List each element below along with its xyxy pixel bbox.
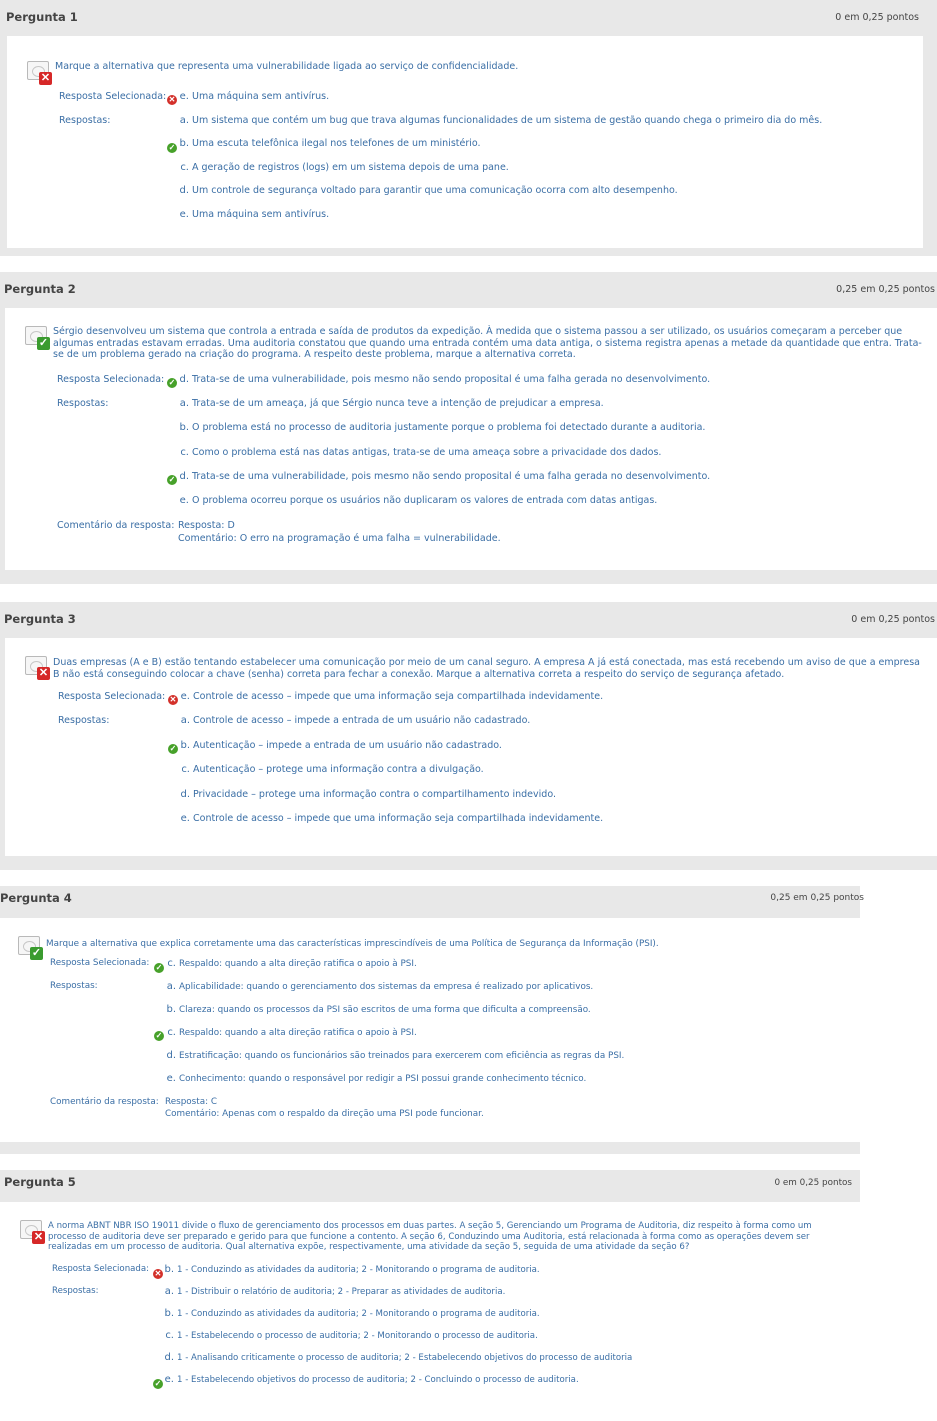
correct-mark-icon: ✓ [168, 744, 178, 754]
correct-mark-icon: ✓ [154, 963, 164, 973]
question-header: Pergunta 4 0,25 em 0,25 pontos [0, 886, 864, 920]
question-body: ✓ Sérgio desenvolveu um sistema que cont… [5, 308, 937, 570]
selected-answer-label: Resposta Selecionada: [50, 958, 150, 968]
question-points: 0 em 0,25 pontos [851, 614, 935, 625]
answers-label: Respostas: [57, 398, 109, 409]
answer-option-b: b. Clareza: quando os processos da PSI sã… [166, 1004, 591, 1015]
question-header: Pergunta 2 0,25 em 0,25 pontos [0, 272, 937, 306]
answer-option-a: a. Aplicabilidade: quando o gerenciamento… [166, 981, 594, 992]
question-title: Pergunta 5 [4, 1175, 76, 1189]
question-points: 0 em 0,25 pontos [835, 12, 919, 23]
question-1: Pergunta 1 0 em 0,25 pontos ✕ Marque a a… [0, 0, 937, 256]
question-title: Pergunta 4 [0, 891, 72, 905]
question-body: ✕ Marque a alternativa que representa um… [7, 36, 923, 248]
comment-label: Comentário da resposta: [50, 1097, 159, 1107]
question-header: Pergunta 5 0 em 0,25 pontos [0, 1170, 860, 1204]
question-header: Pergunta 3 0 em 0,25 pontos [0, 602, 937, 636]
selected-answer-label: Resposta Selecionada: [59, 91, 167, 102]
question-header: Pergunta 1 0 em 0,25 pontos [0, 0, 937, 34]
question-incorrect-icon: ✕ [27, 61, 53, 85]
question-text: Marque a alternativa que representa uma … [55, 61, 519, 72]
answer-option-d: d. Privacidade – protege uma informação c… [180, 789, 556, 800]
answer-option-c: c. Respaldo: quando a alta direção ratifi… [167, 1027, 417, 1038]
question-5: Pergunta 5 0 em 0,25 pontos ✕ A norma AB… [0, 1170, 860, 1421]
answer-comment: Resposta: C Comentário: Apenas com o res… [165, 1097, 484, 1119]
question-text: Sérgio desenvolveu um sistema que contro… [53, 326, 922, 360]
answer-option-c: c. Autenticação – protege uma informação … [181, 764, 484, 775]
answers-label: Respostas: [59, 115, 111, 126]
answer-option-d: d. Trata-se de uma vulnerabilidade, pois … [179, 471, 711, 482]
question-text: Duas empresas (A e B) estão tentando est… [53, 657, 920, 680]
answer-option-d: d. Um controle de segurança voltado para … [179, 185, 678, 196]
answer-option-e: e. Uma máquina sem antivírus. [179, 209, 330, 220]
answer-option-e: e. O problema ocorreu porque os usuários … [179, 495, 658, 506]
selected-answer-label: Resposta Selecionada: [52, 1264, 150, 1274]
question-incorrect-icon: ✕ [25, 656, 51, 680]
question-points: 0,25 em 0,25 pontos [770, 893, 864, 903]
correct-mark-icon: ✓ [167, 378, 177, 388]
question-points: 0,25 em 0,25 pontos [836, 284, 935, 295]
answer-option-d: d. Estratificação: quando os funcionários… [166, 1050, 625, 1061]
answer-option-a: a. Controle de acesso – impede a entrada … [180, 715, 531, 726]
question-4: Pergunta 4 0,25 em 0,25 pontos ✓ Marque … [0, 886, 864, 1154]
incorrect-mark-icon: ✕ [168, 695, 178, 705]
answer-option-c: c. A geração de registros (logs) em um si… [180, 162, 509, 173]
selected-answer: b. 1 - Conduzindo as atividades da audito… [164, 1264, 540, 1275]
selected-answer: d. Trata-se de uma vulnerabilidade, pois … [179, 374, 711, 385]
incorrect-mark-icon: ✕ [167, 95, 177, 105]
answer-option-c: c. Como o problema está nas datas antigas… [180, 447, 662, 458]
question-body: ✕ Duas empresas (A e B) estão tentando e… [5, 638, 937, 856]
question-incorrect-icon: ✕ [20, 1220, 46, 1244]
answer-option-e: e. Controle de acesso – impede que uma in… [180, 813, 604, 824]
selected-answer: e. Uma máquina sem antivírus. [179, 91, 330, 102]
question-3: Pergunta 3 0 em 0,25 pontos ✕ Duas empre… [0, 602, 937, 870]
answer-option-b: b. Autenticação – impede a entrada de um … [180, 740, 502, 751]
question-points: 0 em 0,25 pontos [774, 1178, 852, 1188]
answer-option-a: a. Trata-se de um ameaça, já que Sérgio n… [179, 398, 604, 409]
selected-answer: e. Controle de acesso – impede que uma in… [180, 691, 604, 702]
answer-option-a: a. 1 - Distribuir o relatório de auditori… [164, 1286, 506, 1297]
question-title: Pergunta 3 [4, 612, 76, 626]
question-text: Marque a alternativa que explica correta… [46, 939, 659, 949]
selected-answer-label: Resposta Selecionada: [57, 374, 165, 385]
answer-option-e: e. 1 - Estabelecendo objetivos do process… [164, 1374, 579, 1385]
answer-option-b: b. Uma escuta telefônica ilegal nos telef… [179, 138, 481, 149]
correct-mark-icon: ✓ [154, 1031, 164, 1041]
answer-option-e: e. Conhecimento: quando o responsável por… [166, 1073, 587, 1084]
question-correct-icon: ✓ [18, 936, 44, 960]
answer-option-a: a. Um sistema que contém um bug que trava… [179, 115, 823, 126]
question-text: A norma ABNT NBR ISO 19011 divide o flux… [48, 1221, 812, 1252]
answer-option-b: b. 1 - Conduzindo as atividades da audito… [164, 1308, 540, 1319]
answer-option-d: d. 1 - Analisando criticamente o processo… [164, 1352, 633, 1363]
question-body: ✓ Marque a alternativa que explica corre… [0, 918, 860, 1142]
answer-comment: Resposta: D Comentário: O erro na progra… [178, 520, 501, 544]
answers-label: Respostas: [52, 1286, 99, 1296]
question-title: Pergunta 2 [4, 282, 76, 296]
correct-mark-icon: ✓ [167, 475, 177, 485]
answers-label: Respostas: [58, 715, 110, 726]
answers-label: Respostas: [50, 981, 98, 991]
question-body: ✕ A norma ABNT NBR ISO 19011 divide o fl… [0, 1202, 860, 1421]
answer-option-b: b. O problema está no processo de auditor… [179, 422, 706, 433]
question-correct-icon: ✓ [25, 326, 51, 350]
question-2: Pergunta 2 0,25 em 0,25 pontos ✓ Sérgio … [0, 272, 937, 584]
comment-label: Comentário da resposta: [57, 520, 175, 531]
selected-answer-label: Resposta Selecionada: [58, 691, 166, 702]
question-title: Pergunta 1 [6, 10, 78, 24]
answer-option-c: c. 1 - Estabelecendo o processo de audito… [165, 1330, 538, 1341]
selected-answer: c. Respaldo: quando a alta direção ratifi… [167, 958, 417, 969]
correct-mark-icon: ✓ [167, 143, 177, 153]
